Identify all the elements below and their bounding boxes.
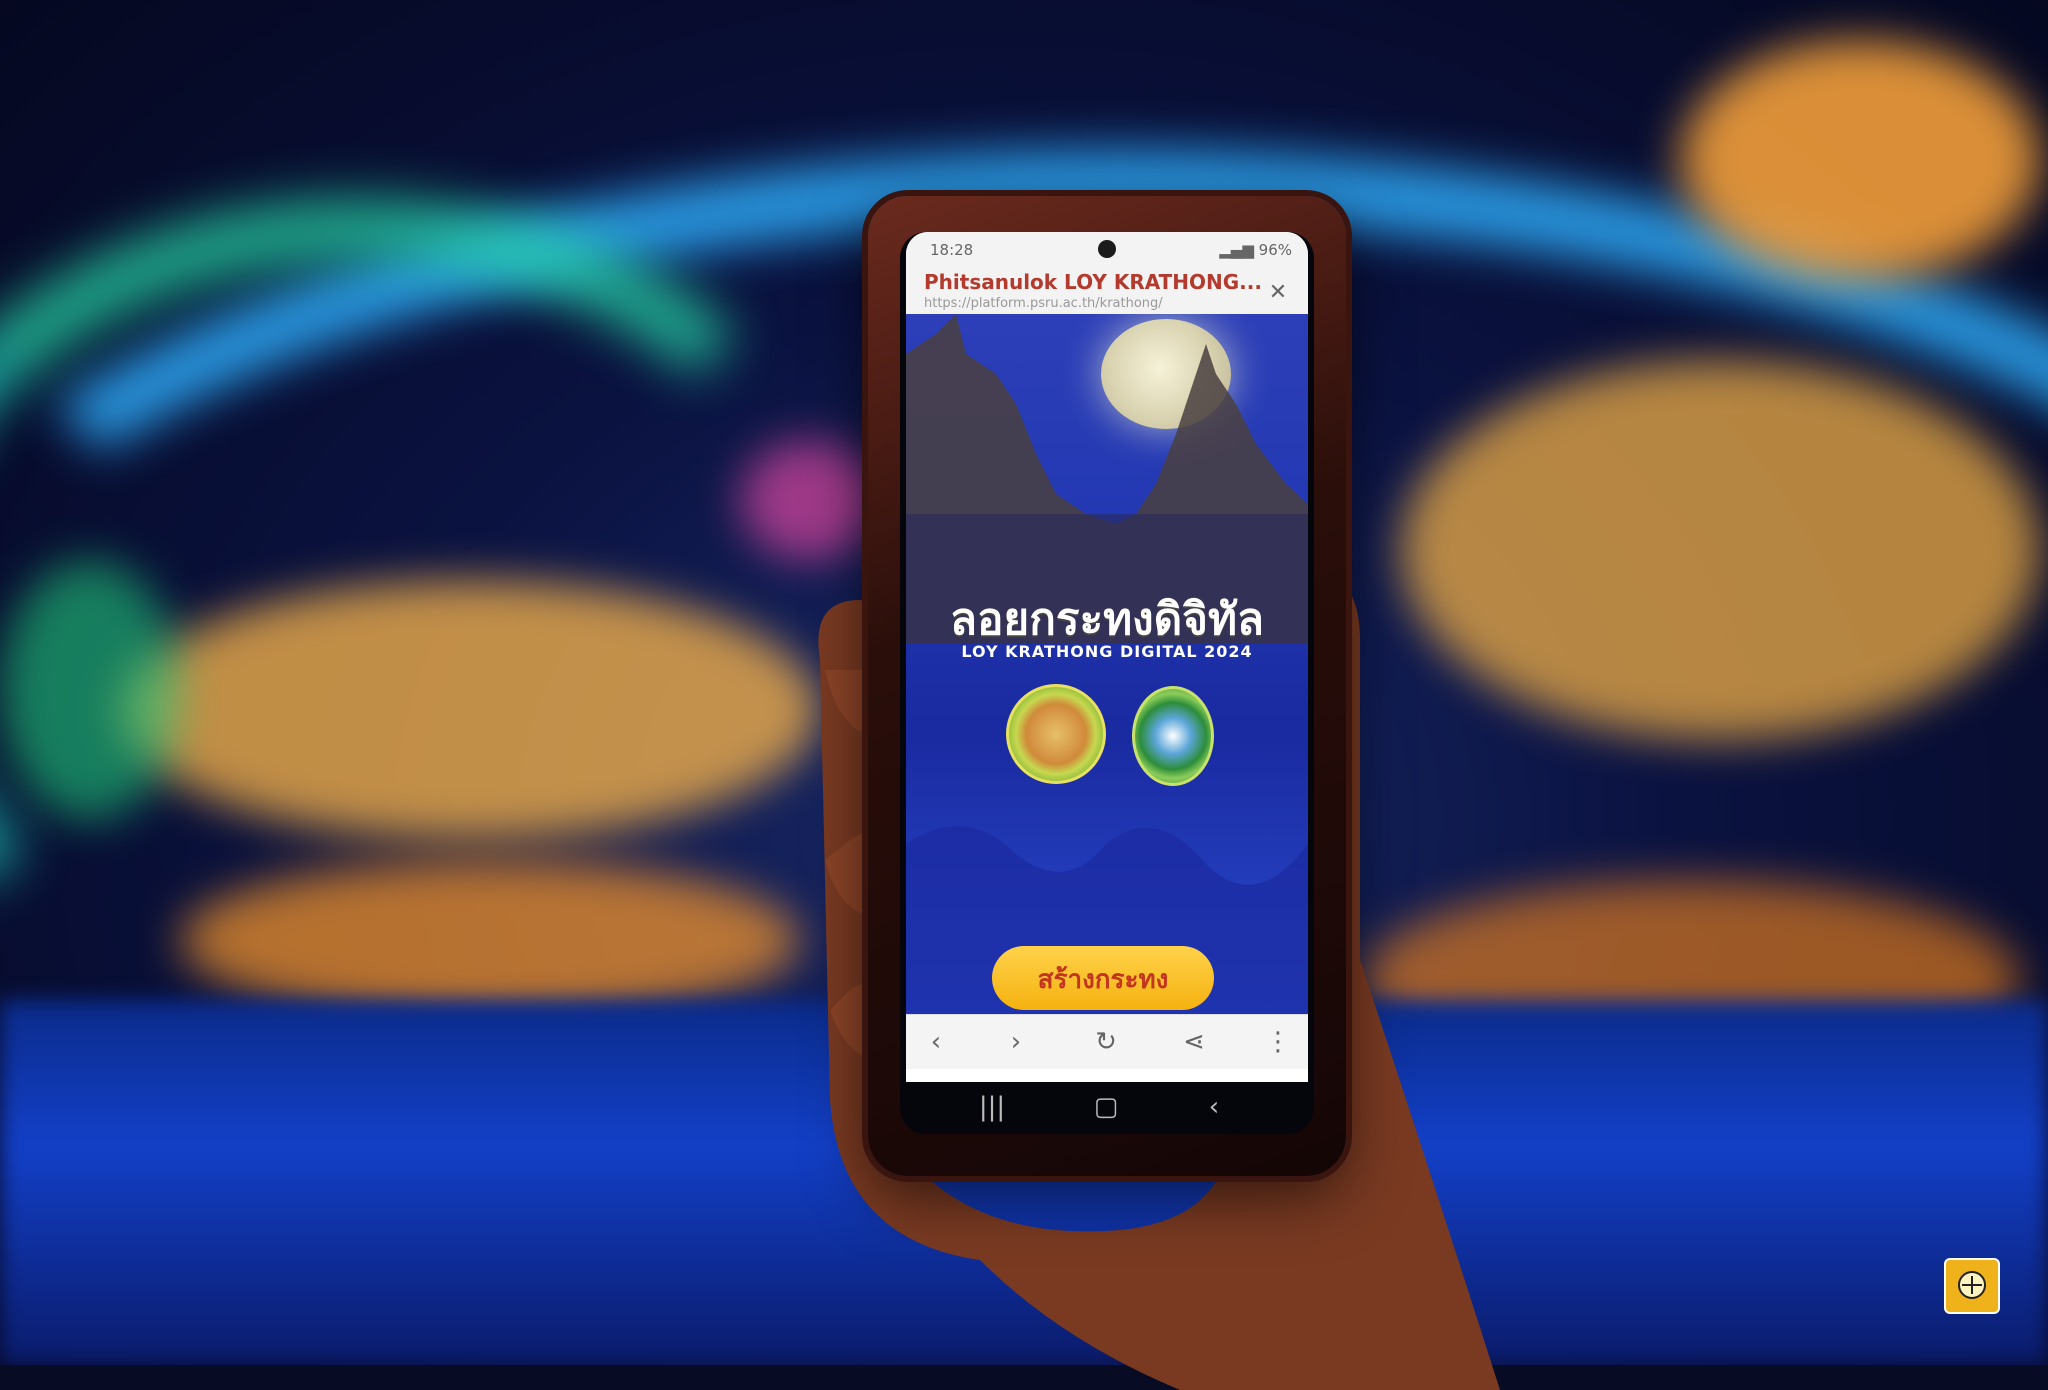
bokeh-light [0, 560, 180, 820]
smartphone: 18:28 ▂▄▆ 96% Phitsanulok LOY KRATHONG..… [868, 196, 1346, 1176]
browser-toolbar: ‹ › ↻ ⋖ ⋮ [906, 1014, 1308, 1069]
forward-arrow-icon[interactable]: › [996, 1027, 1036, 1057]
front-camera [1098, 240, 1116, 258]
bokeh-light [180, 860, 800, 1020]
bokeh-light [120, 580, 820, 840]
status-bar: 18:28 ▂▄▆ 96% [906, 232, 1308, 266]
home-icon[interactable]: ▢ [1086, 1092, 1126, 1122]
university-seal-logo [1132, 686, 1214, 786]
bokeh-light [1680, 40, 2040, 280]
create-krathong-button[interactable]: สร้างกระทง [992, 946, 1214, 1010]
more-vertical-icon[interactable]: ⋮ [1258, 1027, 1298, 1057]
web-content: ลอยกระทงดิจิทัล LOY KRATHONG DIGITAL 202… [906, 314, 1308, 1014]
reload-icon[interactable]: ↻ [1086, 1027, 1126, 1057]
page-url[interactable]: https://platform.psru.ac.th/krathong/ [924, 296, 1163, 311]
subtitle: LOY KRATHONG DIGITAL 2024 [961, 642, 1253, 661]
back-arrow-icon[interactable]: ‹ [916, 1027, 956, 1057]
battery-level: 96% [1258, 241, 1292, 259]
status-icons: ▂▄▆ 96% [1219, 241, 1292, 259]
watermark-graphic [1958, 1271, 1986, 1299]
government-seal-logo [1006, 684, 1106, 784]
recent-apps-icon[interactable]: ||| [972, 1092, 1012, 1122]
phone-screen: 18:28 ▂▄▆ 96% Phitsanulok LOY KRATHONG..… [906, 232, 1308, 1082]
phone-bezel: 18:28 ▂▄▆ 96% Phitsanulok LOY KRATHONG..… [900, 232, 1314, 1134]
browser-url-bar[interactable]: Phitsanulok LOY KRATHONG... https://plat… [906, 266, 1308, 315]
watermark-logo [1944, 1258, 2000, 1314]
android-navigation-bar: ||| ▢ ‹ [900, 1082, 1314, 1134]
page-title: Phitsanulok LOY KRATHONG... [924, 270, 1262, 294]
status-time: 18:28 [930, 241, 974, 259]
close-icon[interactable]: ✕ [1266, 280, 1290, 305]
share-icon[interactable]: ⋖ [1174, 1027, 1214, 1057]
signal-icon: ▂▄▆ [1219, 241, 1254, 259]
back-icon[interactable]: ‹ [1194, 1092, 1234, 1122]
